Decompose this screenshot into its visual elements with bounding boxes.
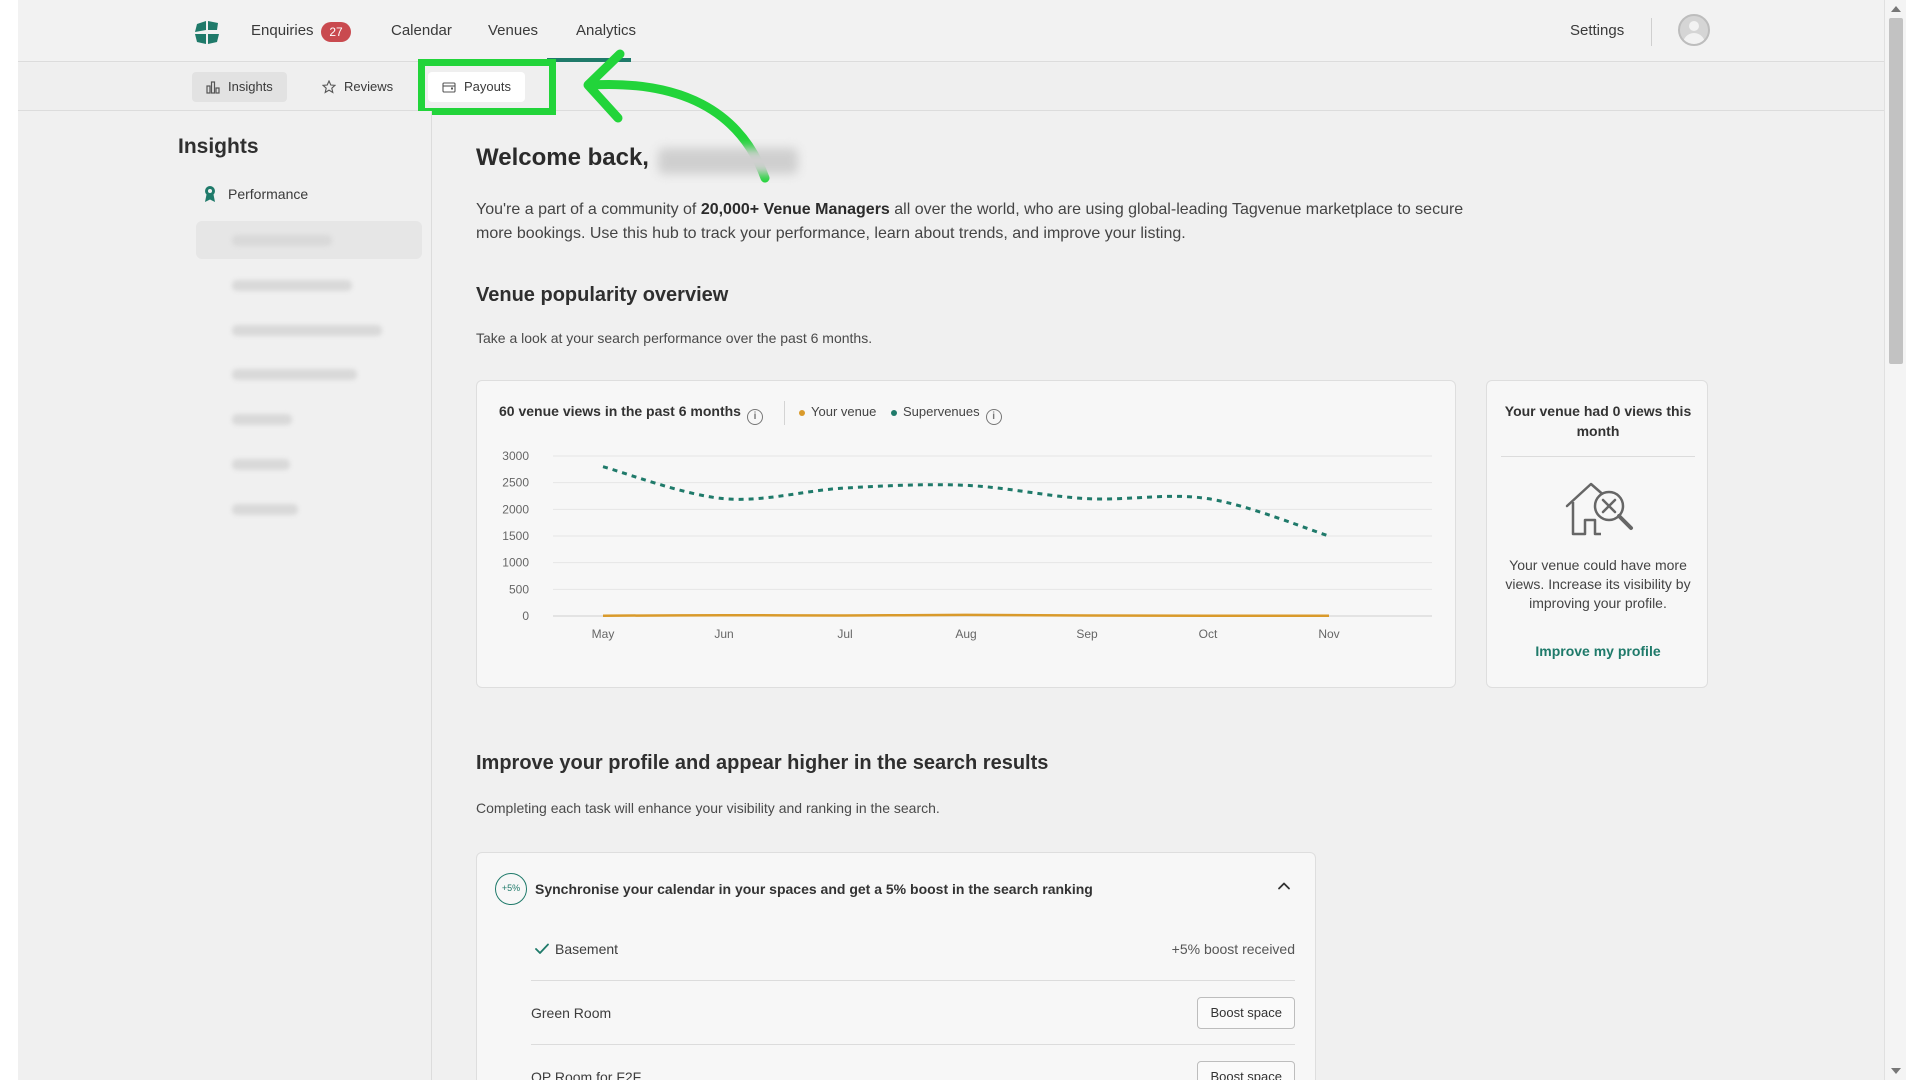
payouts-highlight-box — [418, 59, 556, 115]
top-navigation: Enquiries 27 Calendar Venues Analytics S… — [18, 0, 1884, 62]
nav-calendar[interactable]: Calendar — [391, 22, 452, 39]
legend-dot-your-venue — [799, 410, 805, 416]
enquiries-badge: 27 — [321, 22, 351, 42]
popularity-title: Venue popularity overview — [476, 284, 729, 306]
views-chart-card: 60 venue views in the past 6 months i You… — [476, 380, 1456, 688]
vertical-scrollbar[interactable] — [1884, 0, 1906, 1080]
boost-space-button[interactable]: Boost space — [1197, 1061, 1295, 1080]
monthly-views-card: Your venue had 0 views this month Your v… — [1486, 380, 1708, 688]
star-icon — [322, 80, 336, 94]
check-icon — [535, 943, 549, 954]
y-tick-label: 2000 — [502, 502, 529, 516]
line-chart: 0 500 1000 1500 2000 2500 3000 May Jun Jul Aug Sep O… — [502, 449, 1432, 641]
side-card-divider — [1501, 456, 1695, 457]
boost-space-button[interactable]: Boost space — [1197, 997, 1295, 1029]
improve-profile-link[interactable]: Improve my profile — [1487, 643, 1709, 659]
sidebar-blurred-item[interactable] — [196, 400, 422, 438]
x-tick-label: Jul — [837, 627, 852, 641]
x-tick-label: Oct — [1199, 627, 1218, 641]
task-row-basement: Basement +5% boost received — [531, 917, 1295, 981]
legend-dot-supervenues — [891, 410, 897, 416]
space-name: Green Room — [531, 1005, 612, 1021]
x-tick-label: Aug — [955, 627, 976, 641]
intro-paragraph: You're a part of a community of 20,000+ … — [476, 198, 1476, 246]
legend-supervenues-label: Supervenues — [903, 404, 980, 419]
task-row-op-room: OP Room for F2F Boost space — [531, 1045, 1295, 1080]
calendar-sync-task-card: +5% Synchronise your calendar in your sp… — [476, 852, 1316, 1080]
boost-status: +5% boost received — [1171, 941, 1295, 957]
monthly-views-title: Your venue had 0 views this month — [1504, 403, 1692, 439]
sidebar-blurred-item[interactable] — [196, 266, 422, 304]
x-tick-label: Sep — [1076, 627, 1098, 641]
popularity-subtitle: Take a look at your search performance o… — [476, 330, 873, 346]
sidebar-blurred-item[interactable] — [196, 355, 422, 393]
blurred-user-name — [658, 148, 798, 174]
chevron-up-icon[interactable] — [1277, 879, 1291, 893]
task-title: Synchronise your calendar in your spaces… — [535, 881, 1093, 897]
award-icon — [205, 186, 215, 202]
sidebar-blurred-item[interactable] — [196, 490, 422, 528]
y-tick-label: 3000 — [502, 449, 529, 463]
sidebar-item-performance[interactable]: Performance — [202, 186, 308, 202]
series-line-your-venue — [602, 613, 1330, 618]
legend-supervenues: Supervenues i — [891, 404, 1002, 425]
nav-analytics[interactable]: Analytics — [576, 22, 636, 39]
legend-your-venue-label: Your venue — [811, 404, 877, 419]
info-icon[interactable]: i — [746, 409, 763, 425]
y-tick-label: 1000 — [502, 556, 529, 570]
series-line-supervenues — [602, 465, 1330, 538]
sidebar-title: Insights — [178, 135, 259, 158]
sidebar-blurred-item[interactable] — [196, 445, 422, 483]
chart-heading: 60 venue views in the past 6 months i — [499, 403, 763, 425]
bar-chart-icon — [206, 81, 220, 94]
legend-divider — [784, 401, 785, 425]
tab-reviews-label: Reviews — [344, 79, 394, 94]
nav-divider — [1651, 18, 1652, 46]
intro-text-start: You're a part of a community of — [476, 201, 701, 218]
y-tick-label: 1500 — [502, 529, 529, 543]
y-tick-label: 500 — [509, 582, 529, 596]
scroll-up-icon[interactable] — [1891, 6, 1901, 12]
scroll-down-icon[interactable] — [1891, 1068, 1901, 1074]
space-name: OP Room for F2F — [531, 1069, 642, 1080]
monthly-views-text: Your venue could have more views. Increa… — [1505, 557, 1691, 611]
nav-venues[interactable]: Venues — [488, 22, 538, 39]
tagvenue-logo-icon[interactable] — [191, 16, 223, 48]
window-right-edge — [1906, 0, 1920, 1080]
chart-heading-text: 60 venue views in the past 6 months — [499, 403, 741, 419]
x-tick-label: Jun — [714, 627, 733, 641]
legend-your-venue: Your venue — [799, 404, 876, 419]
nav-enquiries[interactable]: Enquiries — [251, 22, 314, 39]
tab-insights-label: Insights — [228, 79, 273, 94]
x-tick-label: May — [592, 627, 615, 641]
user-avatar-icon[interactable] — [1678, 14, 1710, 46]
tab-reviews[interactable]: Reviews — [308, 72, 407, 102]
intro-text-bold: 20,000+ Venue Managers — [700, 201, 890, 218]
task-row-green-room: Green Room Boost space — [531, 981, 1295, 1045]
nav-settings[interactable]: Settings — [1570, 22, 1624, 39]
boost-badge: +5% — [495, 873, 527, 905]
x-tick-label: Nov — [1318, 627, 1339, 641]
window-left-edge — [0, 0, 18, 1080]
improve-title: Improve your profile and appear higher i… — [476, 752, 1049, 774]
supervenues-info-icon[interactable]: i — [985, 409, 1002, 425]
sub-navigation: Insights Reviews Payouts — [18, 63, 1884, 111]
sidebar-blurred-item[interactable] — [196, 311, 422, 349]
y-tick-label: 0 — [522, 609, 529, 623]
welcome-heading: Welcome back, — [476, 144, 649, 171]
sidebar-item-performance-label: Performance — [228, 186, 309, 202]
improve-subtitle: Completing each task will enhance your v… — [476, 800, 940, 816]
tab-insights[interactable]: Insights — [192, 72, 287, 102]
sidebar-blurred-item[interactable] — [196, 221, 422, 259]
house-search-icon — [1565, 482, 1633, 536]
y-tick-label: 2500 — [502, 476, 529, 490]
scrollbar-thumb[interactable] — [1889, 18, 1903, 364]
space-name: Basement — [555, 941, 619, 957]
